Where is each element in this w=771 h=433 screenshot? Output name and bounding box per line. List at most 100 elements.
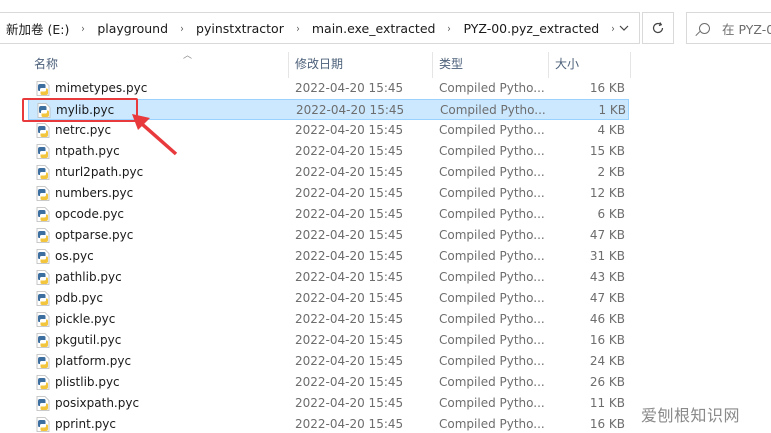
file-modified-date: 2022-04-20 15:45 [295,81,404,95]
chevron-right-icon[interactable]: › [74,22,93,35]
file-row[interactable]: mimetypes.pyc 2022-04-20 15:45 Compiled Py… [28,78,629,99]
file-size: 31 KB [589,249,625,263]
file-row[interactable]: pkgutil.pyc 2022-04-20 15:45 Compiled Pyth… [28,330,629,351]
column-headers: 名称 ︿ 修改日期 类型 大小 [0,51,771,78]
python-file-icon [36,249,50,264]
file-size: 43 KB [589,270,625,284]
python-file-icon [36,186,50,201]
column-header-name[interactable]: 名称 ︿ [28,51,289,78]
refresh-button[interactable] [642,12,674,44]
python-file-icon [36,333,50,348]
file-row[interactable]: posixpath.pyc 2022-04-20 15:45 Compiled Py… [28,393,629,414]
file-size: 4 KB [597,123,625,137]
file-type: Compiled Pytho... [439,291,545,305]
file-type: Compiled Pytho... [439,81,545,95]
file-size: 16 KB [589,333,625,347]
python-file-icon [36,291,50,306]
file-type: Compiled Pytho... [439,249,545,263]
search-input[interactable]: 在 PYZ-0 [722,19,771,38]
file-size: 11 KB [589,396,625,410]
file-type: Compiled Pytho... [439,270,545,284]
file-size: 47 KB [589,228,625,242]
column-header-date[interactable]: 修改日期 [289,52,433,78]
file-modified-date: 2022-04-20 15:45 [295,207,404,221]
file-row[interactable]: pathlib.pyc 2022-04-20 15:45 Compiled Pyth… [28,267,629,288]
breadcrumb-pyz-extracted[interactable]: PYZ-00.pyz_extracted [461,21,601,36]
chevron-right-icon[interactable]: › [440,22,459,35]
file-row[interactable]: pdb.pyc 2022-04-20 15:45 Compiled Pytho...… [28,288,629,309]
address-toolbar: 新加卷 (E:) › playground › pyinstxtractor ›… [0,0,771,52]
file-name: nturl2path.pyc [55,165,144,179]
file-row[interactable]: pickle.pyc 2022-04-20 15:45 Compiled Pytho… [28,309,629,330]
breadcrumb-drive[interactable]: 新加卷 (E:) [4,19,71,38]
file-name: opcode.pyc [55,207,125,221]
breadcrumb-pyinstxtractor[interactable]: pyinstxtractor [194,21,286,36]
breadcrumb: 新加卷 (E:) › playground › pyinstxtractor ›… [4,13,625,43]
file-modified-date: 2022-04-20 15:45 [295,354,404,368]
search-box[interactable]: 在 PYZ-0 [686,12,771,44]
python-file-icon [36,207,50,222]
file-type: Compiled Pytho... [439,312,545,326]
file-modified-date: 2022-04-20 15:45 [295,396,404,410]
file-size: 46 KB [589,312,625,326]
chevron-right-icon[interactable]: › [288,22,307,35]
python-file-icon [36,144,50,159]
file-type: Compiled Pytho... [439,207,545,221]
search-icon [699,22,710,34]
python-file-icon [36,165,50,180]
file-row[interactable]: nturl2path.pyc 2022-04-20 15:45 Compiled P… [28,162,629,183]
address-bar[interactable]: 新加卷 (E:) › playground › pyinstxtractor ›… [0,12,640,44]
file-type: Compiled Pytho... [439,396,545,410]
chevron-right-icon[interactable]: › [172,22,191,35]
file-row[interactable]: optparse.pyc 2022-04-20 15:45 Compiled Pyt… [28,225,629,246]
file-type: Compiled Pytho... [439,186,545,200]
file-modified-date: 2022-04-20 15:45 [295,417,404,431]
file-modified-date: 2022-04-20 15:45 [295,144,404,158]
file-row[interactable]: numbers.pyc 2022-04-20 15:45 Compiled Pyth… [28,183,629,204]
file-modified-date: 2022-04-20 15:45 [295,312,404,326]
python-file-icon [36,81,50,96]
file-size: 47 KB [589,291,625,305]
file-name: posixpath.pyc [55,396,140,410]
file-type: Compiled Pytho... [439,228,545,242]
file-name: ntpath.pyc [55,144,120,158]
file-row[interactable]: plistlib.pyc 2022-04-20 15:45 Compiled Pyt… [28,372,629,393]
python-file-icon [36,396,50,411]
file-modified-date: 2022-04-20 15:45 [295,375,404,389]
file-modified-date: 2022-04-20 15:45 [296,103,405,117]
file-name: optparse.pyc [55,228,134,242]
file-type: Compiled Pytho... [439,123,545,137]
file-size: 24 KB [589,354,625,368]
file-modified-date: 2022-04-20 15:45 [295,333,404,347]
file-modified-date: 2022-04-20 15:45 [295,165,404,179]
file-size: 1 KB [598,103,626,117]
python-file-icon [36,270,50,285]
file-name: pprint.pyc [55,417,116,431]
file-size: 16 KB [589,417,625,431]
file-row[interactable]: netrc.pyc 2022-04-20 15:45 Compiled Pytho.… [28,120,629,141]
file-name: pathlib.pyc [55,270,122,284]
file-size: 12 KB [589,186,625,200]
file-modified-date: 2022-04-20 15:45 [295,291,404,305]
file-name: platform.pyc [55,354,132,368]
chevron-down-icon[interactable] [608,13,640,43]
breadcrumb-playground[interactable]: playground [95,21,170,36]
file-row[interactable]: os.pyc 2022-04-20 15:45 Compiled Pytho... 3… [28,246,629,267]
file-name: os.pyc [55,249,94,263]
file-type: Compiled Pytho... [440,103,546,117]
python-file-icon [36,228,50,243]
file-modified-date: 2022-04-20 15:45 [295,186,404,200]
column-header-type[interactable]: 类型 [433,52,549,78]
file-row[interactable]: opcode.pyc 2022-04-20 15:45 Compiled Pytho… [28,204,629,225]
sort-ascending-icon: ︿ [183,51,193,61]
file-row[interactable]: ntpath.pyc 2022-04-20 15:45 Compiled Pytho… [28,141,629,162]
file-name: pdb.pyc [55,291,103,305]
watermark: 爱刨根知识网 [641,406,741,425]
file-type: Compiled Pytho... [439,333,545,347]
file-row[interactable]: platform.pyc 2022-04-20 15:45 Compiled Pyt… [28,351,629,372]
file-modified-date: 2022-04-20 15:45 [295,249,404,263]
file-row[interactable]: pprint.pyc 2022-04-20 15:45 Compiled Pytho… [28,414,629,433]
column-header-size[interactable]: 大小 [549,52,631,78]
breadcrumb-main-exe-extracted[interactable]: main.exe_extracted [310,21,438,36]
file-name: plistlib.pyc [55,375,120,389]
